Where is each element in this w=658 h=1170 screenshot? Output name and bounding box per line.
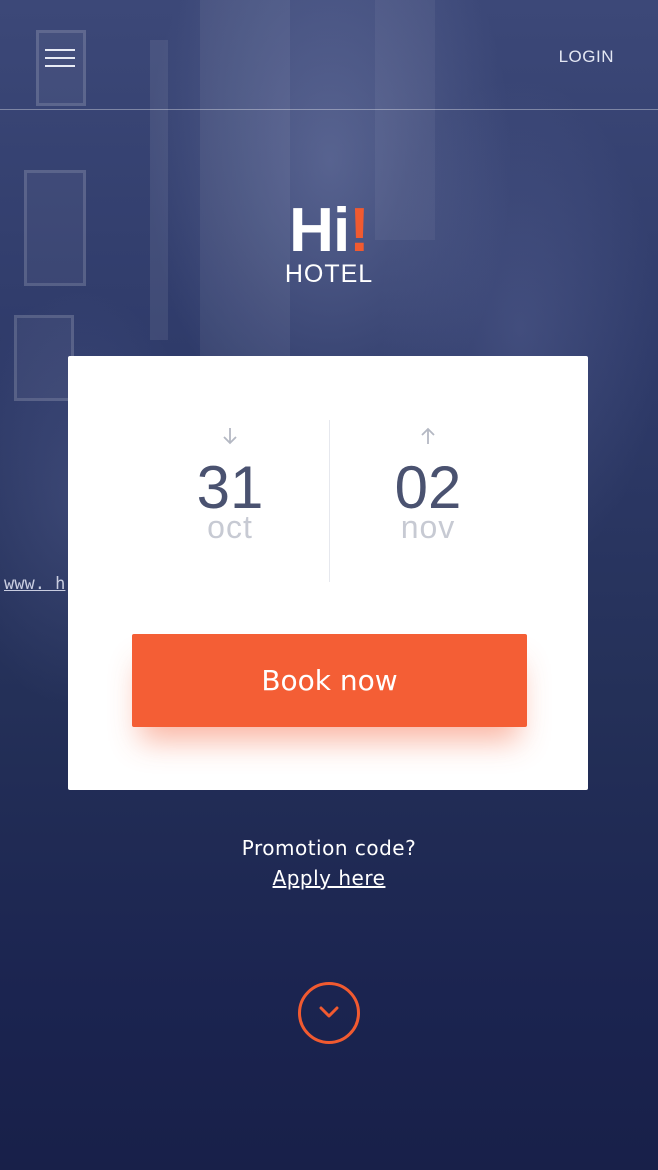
checkin-month: oct [207, 509, 253, 545]
promotion-question: Promotion code? [241, 836, 417, 860]
checkin-date[interactable]: 31 oct [130, 426, 330, 545]
checkout-month: nov [400, 509, 456, 545]
checkout-date[interactable]: 02 nov [328, 426, 528, 545]
menu-line [45, 49, 75, 51]
hamburger-menu-icon[interactable] [40, 44, 80, 72]
top-bar: LOGIN [0, 0, 658, 110]
menu-line [45, 65, 75, 67]
hotel-logo: Hi! HOTEL [229, 200, 429, 289]
background-window [24, 170, 86, 286]
apply-promo-link[interactable]: Apply here [273, 866, 386, 890]
logo-mark: Hi! [229, 200, 429, 262]
background-window [14, 315, 74, 401]
logo-mark-text: Hi [289, 196, 350, 265]
login-link[interactable]: LOGIN [559, 47, 614, 67]
logo-exclamation: ! [349, 196, 370, 265]
menu-line [45, 57, 75, 59]
book-now-button[interactable]: Book now [132, 634, 527, 727]
watermark-text: www. h [4, 574, 66, 594]
arrow-down-icon [223, 428, 237, 445]
promotion-section: Promotion code? Apply here [0, 836, 658, 890]
booking-card: 31 oct 02 nov Book now [68, 356, 588, 790]
arrow-up-icon [421, 427, 435, 444]
scroll-down-button[interactable] [298, 982, 360, 1044]
header-divider [0, 109, 658, 110]
chevron-down-icon [319, 1006, 339, 1018]
logo-subtitle: HOTEL [284, 260, 374, 288]
